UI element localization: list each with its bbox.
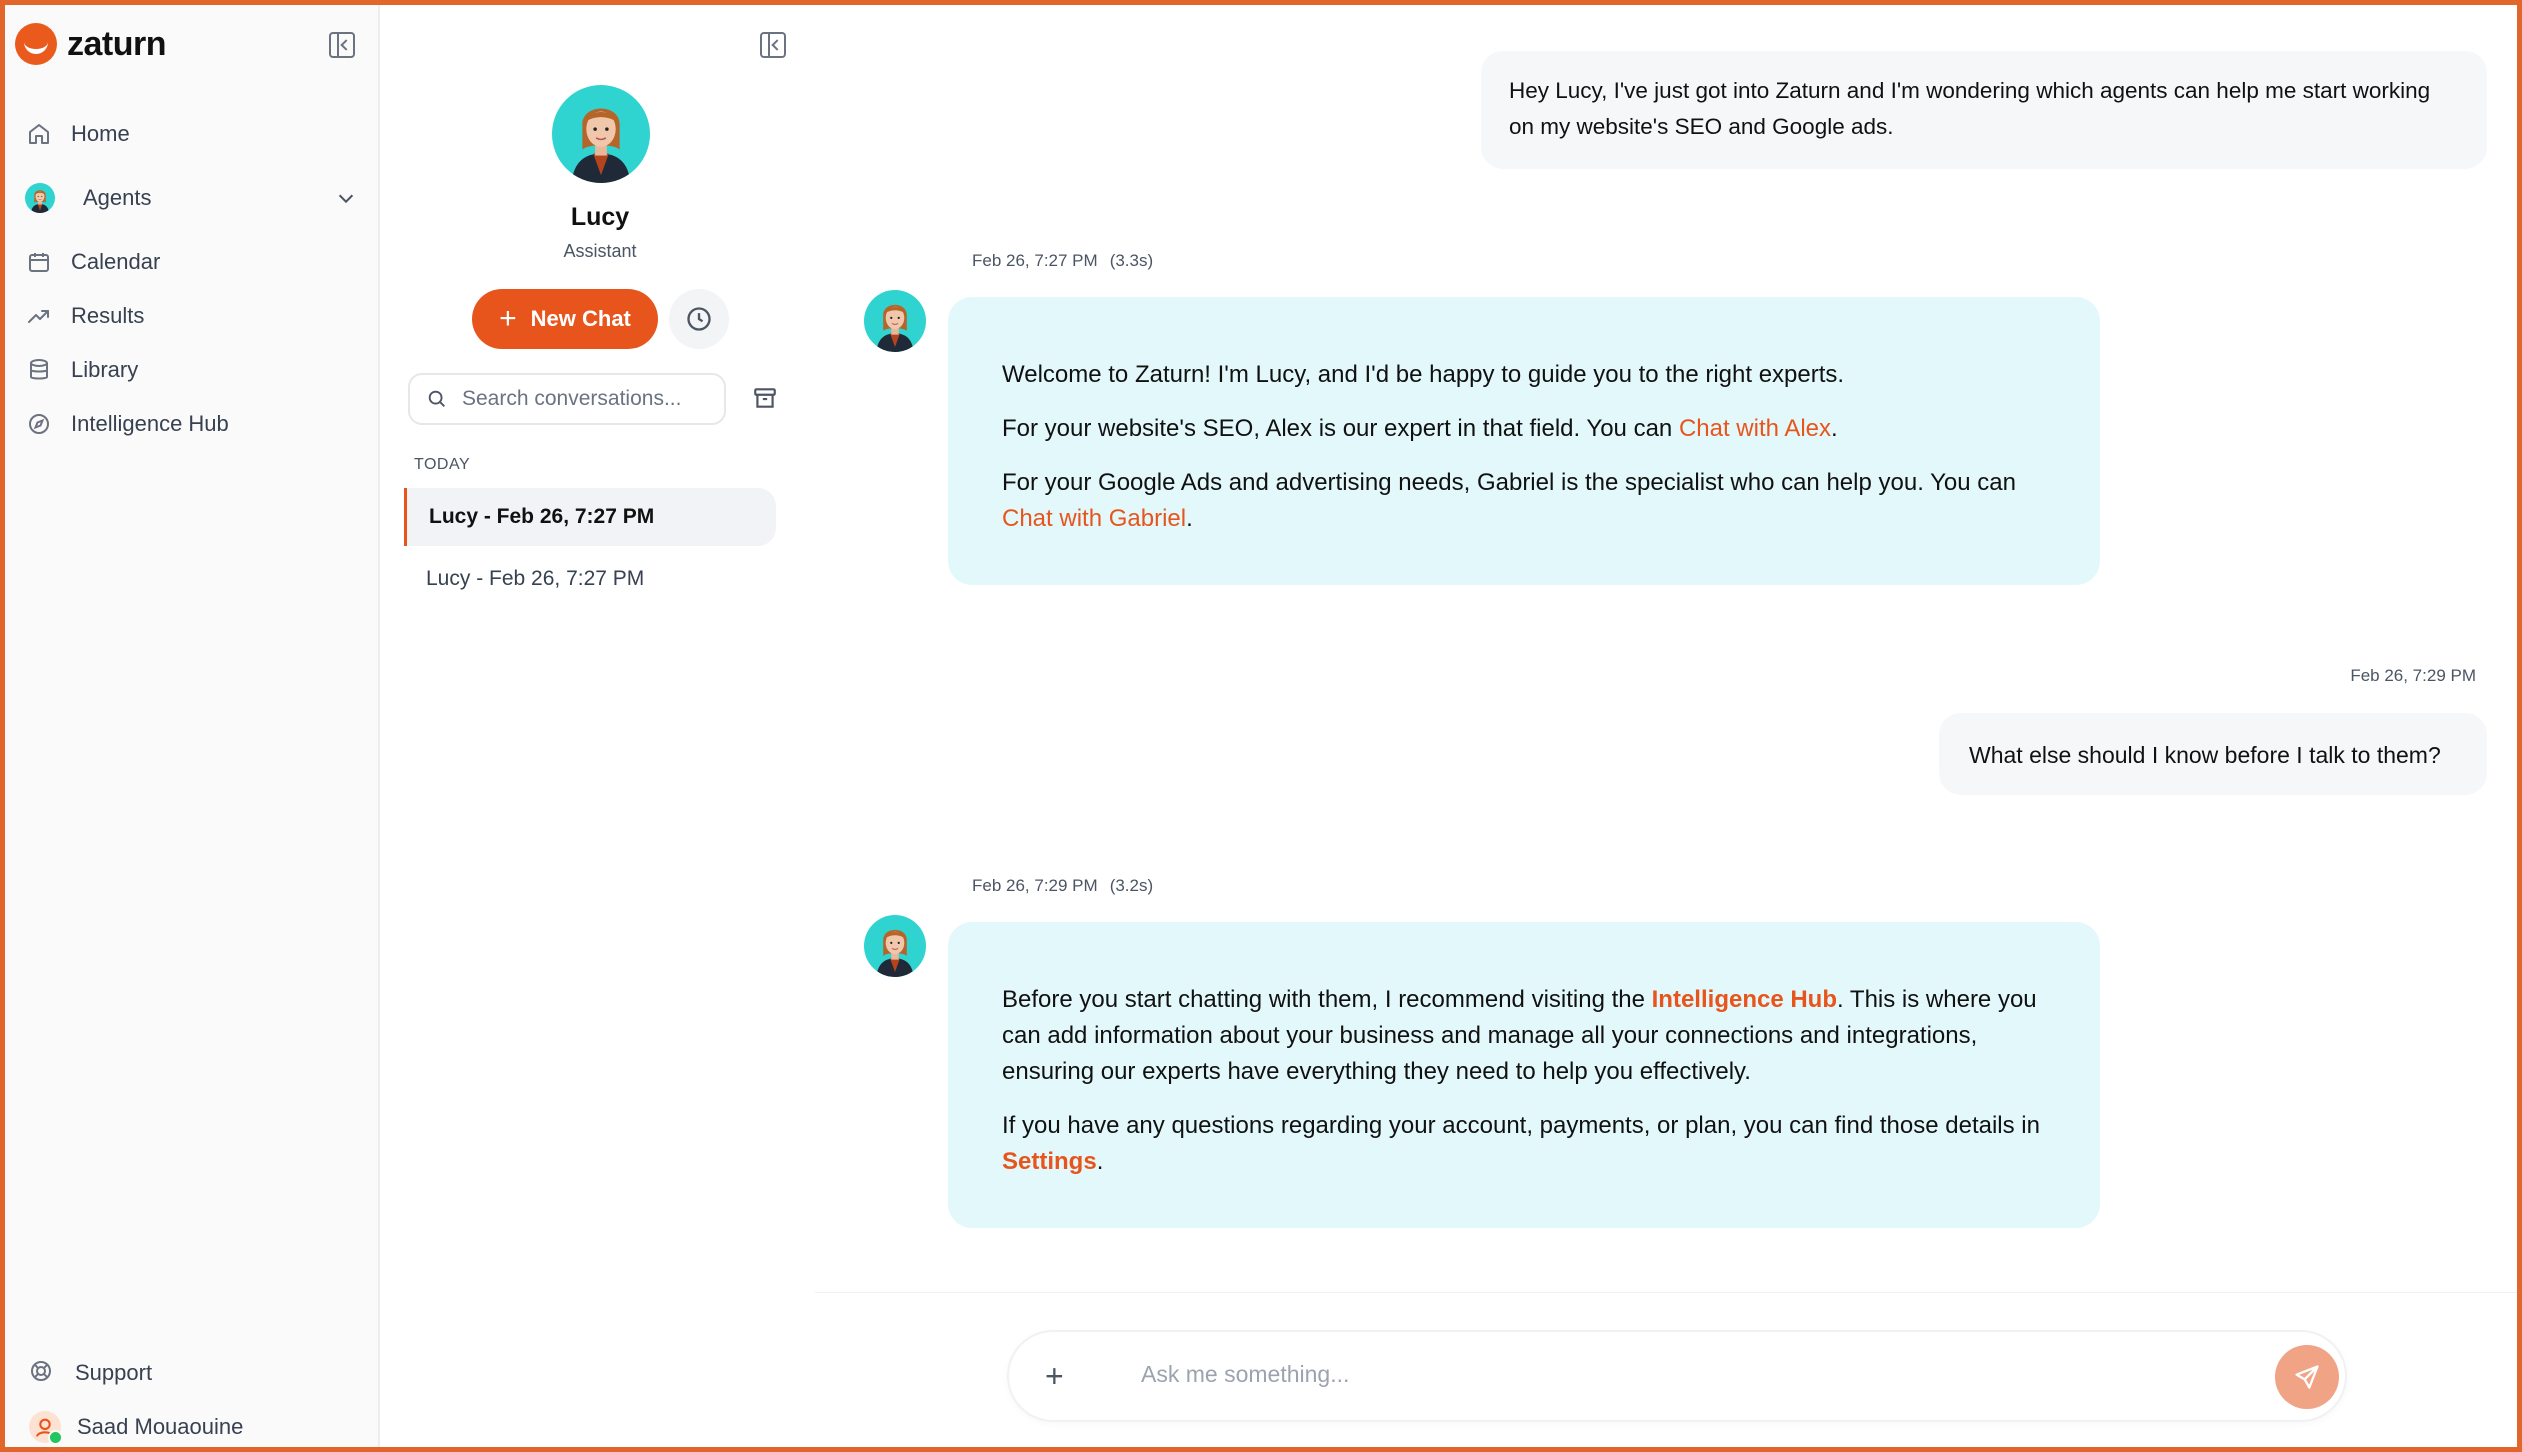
compass-icon [27,412,51,436]
sidebar-item-home[interactable]: Home [27,121,130,147]
online-status-icon [48,1430,63,1445]
message-meta: Feb 26, 7:29 PM (3.2s) [972,876,1153,896]
database-icon [27,358,51,382]
conversation-item-active[interactable]: Lucy - Feb 26, 7:27 PM [404,488,776,546]
message-input[interactable] [1139,1360,2143,1389]
user-message: Hey Lucy, I've just got into Zaturn and … [1481,51,2487,169]
avatar [29,1411,63,1445]
conversation-title: Lucy - Feb 26, 7:27 PM [429,505,655,528]
assistant-message: Welcome to Zaturn! I'm Lucy, and I'd be … [948,297,2100,585]
search-box [408,373,726,425]
message-text: For your website's SEO, Alex is our expe… [1002,415,1679,442]
sidebar-item-label: Home [71,121,130,146]
history-button[interactable] [669,289,729,349]
message-meta: Feb 26, 7:27 PM (3.3s) [972,251,1153,271]
support-label: Support [75,1360,153,1385]
collapse-panel-icon[interactable] [760,32,786,58]
message-text: If you have any questions regarding your… [1002,1112,2040,1139]
add-attachment-icon[interactable]: + [1045,1358,1064,1394]
lifebuoy-icon [29,1359,57,1387]
sidebar-item-label: Calendar [71,249,161,274]
message-time: Feb 26, 7:29 PM [972,876,1098,895]
message-text: . [1831,415,1838,442]
agent-avatar [25,183,55,213]
zaturn-logo-icon [15,23,57,65]
sidebar-item-calendar[interactable]: Calendar [27,249,160,275]
trending-icon [27,304,51,328]
message-text: Hey Lucy, I've just got into Zaturn and … [1509,78,2431,139]
sidebar-item-label: Agents [83,185,152,210]
send-icon [2295,1365,2319,1389]
agent-avatar-large [552,85,650,183]
chevron-down-icon[interactable] [335,187,357,209]
agent-avatar [864,915,926,977]
conversation-title: Lucy - Feb 26, 7:27 PM [426,567,645,590]
agent-avatar [864,290,926,352]
agent-role: Assistant [563,241,637,261]
new-chat-button[interactable]: + New Chat [472,289,658,349]
section-label-today: TODAY [414,456,471,473]
assistant-message: Before you start chatting with them, I r… [948,922,2100,1228]
message-time: Feb 26, 7:27 PM [972,251,1098,270]
message-text: . [1186,505,1193,532]
archive-icon[interactable] [752,385,778,411]
settings-link[interactable]: Settings [1002,1148,1097,1175]
message-paragraph: Welcome to Zaturn! I'm Lucy, and I'd be … [1002,357,2046,393]
sidebar-item-label: Results [71,303,145,328]
new-chat-label: New Chat [530,306,631,331]
user-message: What else should I know before I talk to… [1939,713,2487,795]
message-paragraph: For your website's SEO, Alex is our expe… [1002,411,2046,447]
sidebar-item-label: Intelligence Hub [71,411,229,436]
message-text: What else should I know before I talk to… [1969,742,2441,768]
chat-with-gabriel-link[interactable]: Chat with Gabriel [1002,505,1186,532]
message-composer: + [1007,1330,2347,1422]
support-link[interactable]: Support [29,1359,152,1387]
app-window: zaturn Home Agents Calendar Results Libr… [0,0,2522,1452]
message-text: . [1096,1148,1104,1175]
sidebar-item-library[interactable]: Library [27,357,138,383]
chat-area: Hey Lucy, I've just got into Zaturn and … [815,5,2517,1447]
sidebar-item-agents[interactable]: Agents [25,183,152,213]
intelligence-hub-link[interactable]: Intelligence Hub [1652,986,1837,1013]
divider [815,1292,2517,1293]
collapse-sidebar-icon[interactable] [329,32,355,58]
plus-icon: + [499,302,517,335]
message-text: Before you start chatting with them, I r… [1002,986,1652,1013]
response-duration: (3.3s) [1109,251,1154,270]
home-icon [27,122,51,146]
clock-icon [687,307,711,331]
sidebar: zaturn Home Agents Calendar Results Libr… [5,5,380,1447]
search-input[interactable] [460,386,714,412]
conversation-item[interactable]: Lucy - Feb 26, 7:27 PM [404,550,776,608]
message-paragraph: For your Google Ads and advertising need… [1002,465,2046,537]
message-text: Welcome to Zaturn! I'm Lucy, and I'd be … [1002,361,1845,388]
sidebar-item-label: Library [71,357,139,382]
message-paragraph: Before you start chatting with them, I r… [1002,982,2046,1090]
send-button[interactable] [2275,1345,2339,1409]
search-icon [428,390,445,407]
calendar-icon [27,250,51,274]
message-paragraph: If you have any questions regarding your… [1002,1108,2046,1180]
agent-name: Lucy [570,203,630,231]
message-text: For your Google Ads and advertising need… [1002,469,2016,496]
user-name: Saad Mouaouine [77,1414,244,1439]
brand[interactable]: zaturn [15,23,167,65]
chat-with-alex-link[interactable]: Chat with Alex [1679,415,1831,442]
sidebar-item-intelligence-hub[interactable]: Intelligence Hub [27,411,229,437]
response-duration: (3.2s) [1109,876,1154,895]
user-profile[interactable]: Saad Mouaouine [29,1411,244,1445]
message-time: Feb 26, 7:29 PM [2350,666,2476,685]
sidebar-item-results[interactable]: Results [27,303,144,329]
brand-name: zaturn [67,24,167,63]
conversations-panel: Lucy Assistant + New Chat TODAY Lucy - F… [382,5,812,1447]
